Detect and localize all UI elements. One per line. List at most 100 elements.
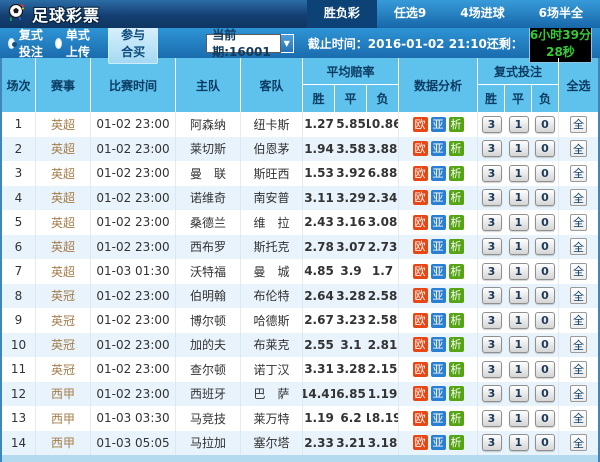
- bet-win-button[interactable]: 3: [482, 385, 502, 402]
- select-all-row-button[interactable]: 全: [570, 385, 587, 402]
- bet-lose-button[interactable]: 0: [535, 312, 555, 329]
- bet-draw-button[interactable]: 1: [509, 263, 529, 280]
- multiple-bet-radio-group[interactable]: 复式投注: [8, 26, 45, 60]
- bet-win-button[interactable]: 3: [482, 189, 502, 206]
- bet-draw-button[interactable]: 1: [509, 336, 529, 353]
- bet-win-button[interactable]: 3: [482, 214, 502, 231]
- bet-lose-button[interactable]: 0: [535, 336, 555, 353]
- bet-draw-button[interactable]: 1: [509, 361, 529, 378]
- analysis-icon[interactable]: 析: [449, 117, 464, 132]
- europe-odds-icon[interactable]: 欧: [413, 117, 428, 132]
- analysis-icon[interactable]: 析: [449, 386, 464, 401]
- analysis-icon[interactable]: 析: [449, 435, 464, 450]
- bet-draw-button[interactable]: 1: [509, 140, 529, 157]
- asia-odds-icon[interactable]: 亚: [431, 117, 446, 132]
- europe-odds-icon[interactable]: 欧: [413, 190, 428, 205]
- bet-lose-button[interactable]: 0: [535, 385, 555, 402]
- asia-odds-icon[interactable]: 亚: [431, 337, 446, 352]
- bet-lose-button[interactable]: 0: [535, 165, 555, 182]
- bet-win-button[interactable]: 3: [482, 434, 502, 451]
- analysis-icon[interactable]: 析: [449, 141, 464, 156]
- bet-win-button[interactable]: 3: [482, 165, 502, 182]
- europe-odds-icon[interactable]: 欧: [413, 337, 428, 352]
- select-all-row-button[interactable]: 全: [570, 336, 587, 353]
- europe-odds-icon[interactable]: 欧: [413, 264, 428, 279]
- period-select-value[interactable]: 当前期:16001: [206, 34, 280, 53]
- asia-odds-icon[interactable]: 亚: [431, 313, 446, 328]
- tab-win-draw-lose[interactable]: 胜负彩: [307, 0, 377, 28]
- bet-lose-button[interactable]: 0: [535, 263, 555, 280]
- select-all-row-button[interactable]: 全: [570, 263, 587, 280]
- bet-lose-button[interactable]: 0: [535, 238, 555, 255]
- bet-draw-button[interactable]: 1: [509, 312, 529, 329]
- europe-odds-icon[interactable]: 欧: [413, 141, 428, 156]
- bet-draw-button[interactable]: 1: [509, 214, 529, 231]
- chevron-down-icon[interactable]: ▼: [281, 34, 294, 53]
- asia-odds-icon[interactable]: 亚: [431, 190, 446, 205]
- bet-win-button[interactable]: 3: [482, 238, 502, 255]
- asia-odds-icon[interactable]: 亚: [431, 362, 446, 377]
- bet-win-button[interactable]: 3: [482, 140, 502, 157]
- period-select[interactable]: 当前期:16001 ▼: [206, 34, 294, 53]
- select-all-row-button[interactable]: 全: [570, 287, 587, 304]
- analysis-icon[interactable]: 析: [449, 166, 464, 181]
- bet-win-button[interactable]: 3: [482, 410, 502, 427]
- select-all-row-button[interactable]: 全: [570, 238, 587, 255]
- bet-win-button[interactable]: 3: [482, 287, 502, 304]
- asia-odds-icon[interactable]: 亚: [431, 386, 446, 401]
- tab-6-match-half-full[interactable]: 6场半全: [522, 0, 600, 28]
- europe-odds-icon[interactable]: 欧: [413, 288, 428, 303]
- tab-4-match-goals[interactable]: 4场进球: [443, 0, 521, 28]
- bet-lose-button[interactable]: 0: [535, 214, 555, 231]
- europe-odds-icon[interactable]: 欧: [413, 215, 428, 230]
- single-upload-radio-group[interactable]: 单式上传: [55, 26, 92, 60]
- asia-odds-icon[interactable]: 亚: [431, 166, 446, 181]
- europe-odds-icon[interactable]: 欧: [413, 239, 428, 254]
- bet-draw-button[interactable]: 1: [509, 165, 529, 182]
- asia-odds-icon[interactable]: 亚: [431, 435, 446, 450]
- europe-odds-icon[interactable]: 欧: [413, 362, 428, 377]
- analysis-icon[interactable]: 析: [449, 288, 464, 303]
- bet-lose-button[interactable]: 0: [535, 140, 555, 157]
- asia-odds-icon[interactable]: 亚: [431, 288, 446, 303]
- select-all-row-button[interactable]: 全: [570, 214, 587, 231]
- asia-odds-icon[interactable]: 亚: [431, 141, 446, 156]
- bet-win-button[interactable]: 3: [482, 336, 502, 353]
- bet-lose-button[interactable]: 0: [535, 116, 555, 133]
- analysis-icon[interactable]: 析: [449, 337, 464, 352]
- bet-draw-button[interactable]: 1: [509, 410, 529, 427]
- bet-lose-button[interactable]: 0: [535, 361, 555, 378]
- asia-odds-icon[interactable]: 亚: [431, 411, 446, 426]
- select-all-row-button[interactable]: 全: [570, 434, 587, 451]
- analysis-icon[interactable]: 析: [449, 239, 464, 254]
- single-upload-radio[interactable]: [55, 38, 62, 49]
- bet-win-button[interactable]: 3: [482, 116, 502, 133]
- tab-pick9[interactable]: 任选9: [377, 0, 443, 28]
- analysis-icon[interactable]: 析: [449, 190, 464, 205]
- single-upload-label[interactable]: 单式上传: [66, 26, 92, 60]
- bet-lose-button[interactable]: 0: [535, 189, 555, 206]
- bet-draw-button[interactable]: 1: [509, 287, 529, 304]
- bet-win-button[interactable]: 3: [482, 263, 502, 280]
- bet-draw-button[interactable]: 1: [509, 116, 529, 133]
- analysis-icon[interactable]: 析: [449, 411, 464, 426]
- analysis-icon[interactable]: 析: [449, 362, 464, 377]
- bet-lose-button[interactable]: 0: [535, 287, 555, 304]
- analysis-icon[interactable]: 析: [449, 215, 464, 230]
- select-all-row-button[interactable]: 全: [570, 312, 587, 329]
- select-all-row-button[interactable]: 全: [570, 410, 587, 427]
- bet-win-button[interactable]: 3: [482, 361, 502, 378]
- bet-draw-button[interactable]: 1: [509, 189, 529, 206]
- bet-draw-button[interactable]: 1: [509, 434, 529, 451]
- analysis-icon[interactable]: 析: [449, 313, 464, 328]
- asia-odds-icon[interactable]: 亚: [431, 264, 446, 279]
- select-all-row-button[interactable]: 全: [570, 165, 587, 182]
- select-all-row-button[interactable]: 全: [570, 361, 587, 378]
- select-all-row-button[interactable]: 全: [570, 189, 587, 206]
- bet-draw-button[interactable]: 1: [509, 385, 529, 402]
- europe-odds-icon[interactable]: 欧: [413, 386, 428, 401]
- europe-odds-icon[interactable]: 欧: [413, 435, 428, 450]
- analysis-icon[interactable]: 析: [449, 264, 464, 279]
- bet-win-button[interactable]: 3: [482, 312, 502, 329]
- bet-lose-button[interactable]: 0: [535, 410, 555, 427]
